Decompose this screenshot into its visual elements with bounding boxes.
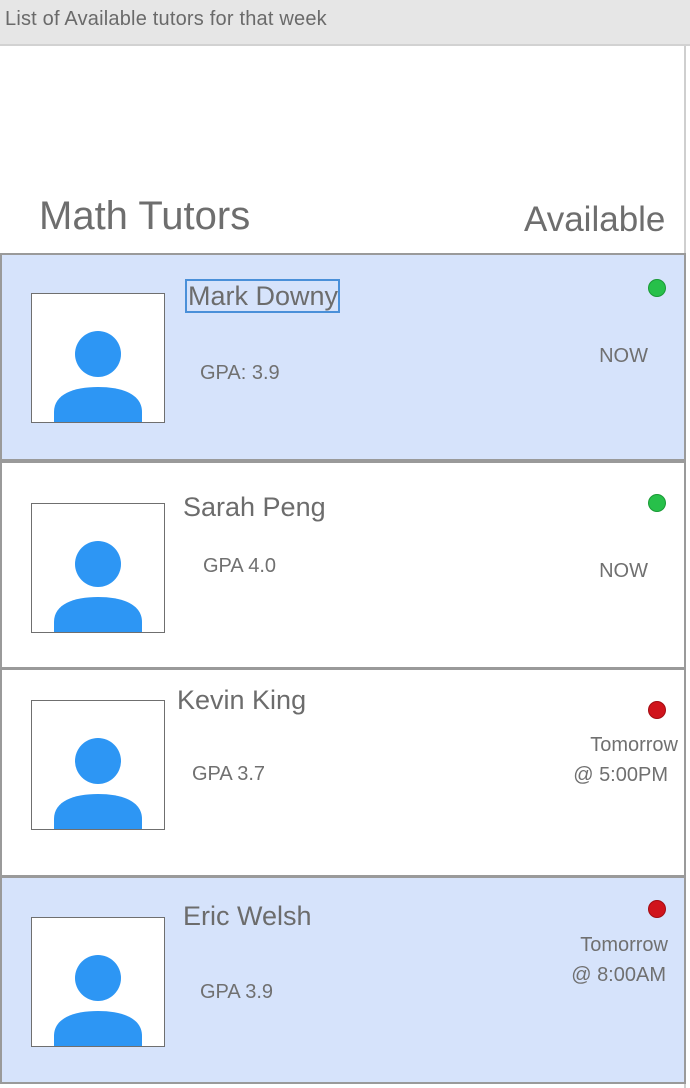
- tutor-name[interactable]: Eric Welsh: [183, 901, 312, 932]
- availability-time: NOW: [599, 556, 648, 586]
- availability-line: Tomorrow: [590, 734, 678, 756]
- status-available-icon: [648, 494, 666, 512]
- section-title: Math Tutors: [39, 194, 251, 238]
- tutor-name[interactable]: Mark Downy: [185, 279, 341, 313]
- tutor-card-eric-welsh[interactable]: Eric Welsh GPA 3.9 Tomorrow @ 8:00AM: [0, 876, 686, 1084]
- tutor-card-kevin-king[interactable]: Kevin King GPA 3.7 Tomorrow @ 5:00PM: [0, 668, 686, 877]
- availability-time: Tomorrow @ 8:00AM: [571, 930, 668, 990]
- status-unavailable-icon: [648, 900, 666, 918]
- tutor-gpa: GPA 4.0: [203, 555, 277, 577]
- availability-line: NOW: [599, 345, 648, 367]
- tutor-card-sarah-peng[interactable]: Sarah Peng GPA 4.0 NOW: [0, 461, 686, 669]
- person-icon: [31, 293, 165, 423]
- status-unavailable-icon: [648, 701, 666, 719]
- availability-line: @ 8:00AM: [571, 964, 666, 986]
- availability-line: NOW: [599, 560, 648, 582]
- availability-line: @ 5:00PM: [573, 764, 668, 786]
- tutor-card-mark-downy[interactable]: Mark Downy GPA: 3.9 NOW: [0, 253, 686, 461]
- tutor-name[interactable]: Kevin King: [177, 685, 306, 716]
- availability-line: Tomorrow: [580, 934, 668, 956]
- tutor-gpa: GPA 3.9: [200, 981, 274, 1003]
- window-titlebar: List of Available tutors for that week: [0, 0, 690, 46]
- person-icon: [31, 700, 165, 830]
- tutor-gpa: GPA: 3.9: [200, 362, 280, 384]
- window-title: List of Available tutors for that week: [5, 8, 327, 30]
- status-available-icon: [648, 279, 666, 297]
- available-column-label: Available: [524, 200, 666, 239]
- tutor-gpa: GPA 3.7: [192, 763, 266, 785]
- person-icon: [31, 917, 165, 1047]
- availability-time: Tomorrow @ 5:00PM: [573, 730, 678, 790]
- availability-time: NOW: [599, 341, 648, 371]
- person-icon: [31, 503, 165, 633]
- tutor-name[interactable]: Sarah Peng: [183, 492, 326, 523]
